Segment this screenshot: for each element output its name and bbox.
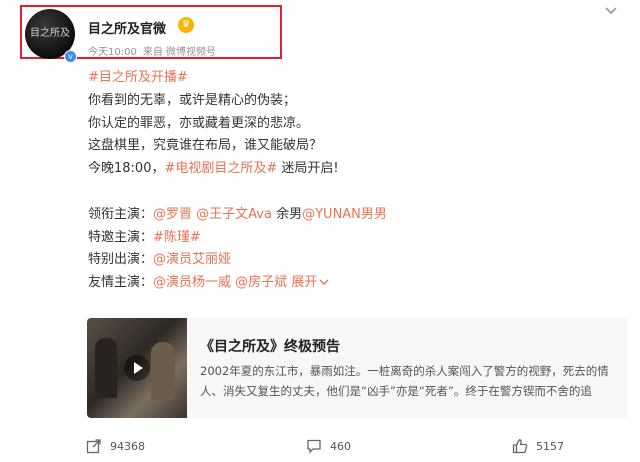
video-title[interactable]: 《目之所及》终极预告 <box>200 336 340 356</box>
show-topic-tag[interactable]: #电视剧目之所及# <box>164 161 277 176</box>
cast-mention[interactable]: @YUNAN男男 <box>302 207 387 222</box>
post-time[interactable]: 今天10:00 <box>88 47 137 58</box>
cast-mention[interactable]: @房子斌 <box>235 275 287 290</box>
post-line-tonight: 今晚18:00，#电视剧目之所及# 迷局开启! <box>88 158 387 181</box>
cast-tag[interactable]: #陈瑾# <box>153 230 201 245</box>
like-button[interactable]: 5157 <box>512 438 564 454</box>
post-body: #目之所及开播# 你看到的无辜，或许是精心的伪装； 你认定的罪恶，亦或藏着更深的… <box>88 67 387 295</box>
repost-icon <box>86 439 101 454</box>
comment-button[interactable]: 460 <box>306 438 351 454</box>
topic-tag[interactable]: #目之所及开播# <box>88 70 188 85</box>
cast-label: 特别出演： <box>88 252 154 268</box>
tonight-prefix: 今晚18:00， <box>88 161 165 177</box>
repost-button[interactable]: 94368 <box>86 438 145 454</box>
expand-link[interactable]: 展开 <box>287 275 329 290</box>
cast-label: 领衔主演： <box>88 206 154 222</box>
repost-count: 94368 <box>110 439 145 453</box>
post-line: 这盘棋里，究竟谁在布局，谁又能破局？ <box>88 138 323 154</box>
cast-label: 友情主演： <box>88 275 154 291</box>
video-thumbnail[interactable] <box>87 318 187 418</box>
tonight-suffix: 迷局开启! <box>277 161 339 177</box>
cast-mention[interactable]: @演员艾丽娅 <box>153 252 231 267</box>
comment-count: 460 <box>330 439 351 453</box>
comment-icon <box>307 439 321 454</box>
chevron-down-icon <box>319 279 329 286</box>
thumbs-up-icon <box>512 439 528 454</box>
action-bar: 94368 460 5157 <box>0 432 640 460</box>
cast-label: 特邀主演： <box>88 229 154 245</box>
account-name[interactable]: 目之所及官微 <box>88 18 166 37</box>
post-meta: 今天10:00 来自 微博视频号 <box>88 43 222 58</box>
expand-label: 展开 <box>287 275 318 291</box>
post-source[interactable]: 来自 微博视频号 <box>143 47 216 58</box>
verified-badge-icon: v <box>64 50 77 63</box>
thumbnail-figure <box>95 338 117 398</box>
video-description: 2002年夏的东江市，暴雨如注。一桩离奇的杀人案闯入了警方的视野，死去的情人、消… <box>200 364 609 398</box>
cast-mention[interactable]: @王子文Ava <box>196 207 272 222</box>
chevron-down-icon[interactable] <box>604 6 618 16</box>
cast-mention[interactable]: @演员杨一威 <box>153 275 231 290</box>
member-crown-icon: ♛ <box>178 17 194 33</box>
post-line: 你看到的无辜，或许是精心的伪装； <box>88 92 297 108</box>
play-icon[interactable] <box>124 355 150 381</box>
like-count: 5157 <box>536 439 564 453</box>
cast-line: 友情主演：@演员杨一威 @房子斌 展开 <box>88 272 387 295</box>
thumbnail-figure <box>151 342 175 400</box>
cast-line: 领衔主演：@罗晋 @王子文Ava 余男@YUNAN男男 <box>88 204 387 227</box>
cast-mention[interactable]: @罗晋 <box>153 207 192 222</box>
post-line: 你认定的罪恶，亦或藏着更深的悲凉。 <box>88 115 310 131</box>
cast-line: 特邀主演：#陈瑾# <box>88 227 387 250</box>
avatar-logo-text: 目之所及 <box>30 28 70 39</box>
cast-line: 特别出演：@演员艾丽娅 <box>88 249 387 272</box>
video-card[interactable]: 《目之所及》终极预告 2002年夏的东江市，暴雨如注。一桩离奇的杀人案闯入了警方… <box>87 318 628 418</box>
cast-plain: 余男 <box>271 206 303 222</box>
